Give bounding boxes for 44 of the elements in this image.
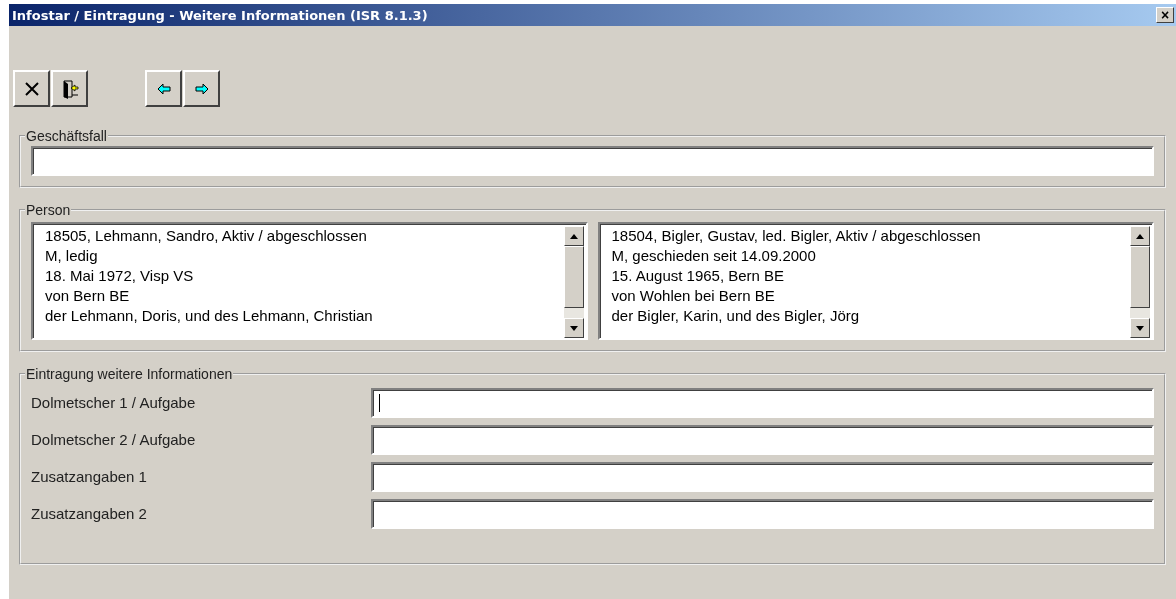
left-arrow-icon [156,82,171,95]
scroll-thumb[interactable] [563,246,584,308]
close-icon [23,80,40,97]
field-label: Dolmetscher 2 / Aufgabe [31,430,197,450]
forward-button[interactable] [183,70,220,107]
list-line: der Lehmann, Doris, und des Lehmann, Christian [45,306,374,326]
input-field[interactable] [371,388,1154,418]
right-arrow-icon [194,82,209,95]
person-list[interactable]: 18505, Lehmann, Sandro, Aktiv / abgeschlossen M, ledig 18. Mai 1972, Visp VS von Bern BE der Lehmann, Doris, und des Lehmann, Christian [31,222,588,340]
input-field[interactable] [31,146,1154,176]
down-triangle-icon [1136,325,1144,331]
input-field[interactable] [371,425,1154,455]
list-line: M, ledig [45,246,99,266]
list-line: 18505, Lehmann, Sandro, Aktiv / abgeschlossen [45,226,368,246]
scroll-down-button[interactable] [1130,318,1150,338]
group-title: Geschäftsfall [25,128,108,144]
list-line: 18. Mai 1972, Visp VS [45,266,195,286]
list-line: von Bern BE [45,286,131,306]
up-triangle-icon [569,233,578,239]
group-title: Person [25,202,72,218]
scroll-up-button[interactable] [563,226,584,246]
list-line: 15. August 1965, Bern BE [611,266,786,286]
cancel-button[interactable] [13,70,50,107]
list-line: von Wohlen bei Bern BE [611,286,776,306]
exit-button[interactable] [51,70,88,107]
up-triangle-icon [1136,233,1144,239]
scroll-up-button[interactable] [1130,226,1150,246]
window-title: Infostar / Eintragung - Weitere Informationen (ISR 8.1.3) [12,7,428,23]
scroll-thumb[interactable] [1130,246,1150,308]
field-label: Dolmetscher 1 / Aufgabe [31,393,197,413]
list-line: 18504, Bigler, Gustav, led. Bigler, Aktiv / abgeschlossen [611,226,982,246]
field-label: Zusatzangaben 2 [31,504,148,524]
scroll-down-button[interactable] [563,318,584,338]
back-button[interactable] [145,70,182,107]
list-line: M, geschieden seit 14.09.2000 [611,246,817,266]
close-button[interactable]: × [1156,7,1174,23]
input-field[interactable] [371,462,1154,492]
down-triangle-icon [569,325,578,331]
field-label: Zusatzangaben 1 [31,467,148,487]
list-line: der Bigler, Karin, und des Bigler, Jörg [611,306,861,326]
input-field[interactable] [371,499,1154,529]
door-arrow-icon [60,78,79,99]
group-title: Eintragung weitere Informationen [25,366,234,382]
person-list[interactable]: 18504, Bigler, Gustav, led. Bigler, Aktiv / abgeschlossen M, geschieden seit 14.09.2000 15. August 1965, Bern BE von Wohlen bei Bern BE der Bigler, Karin, und des Bigler, Jörg [597,222,1154,340]
